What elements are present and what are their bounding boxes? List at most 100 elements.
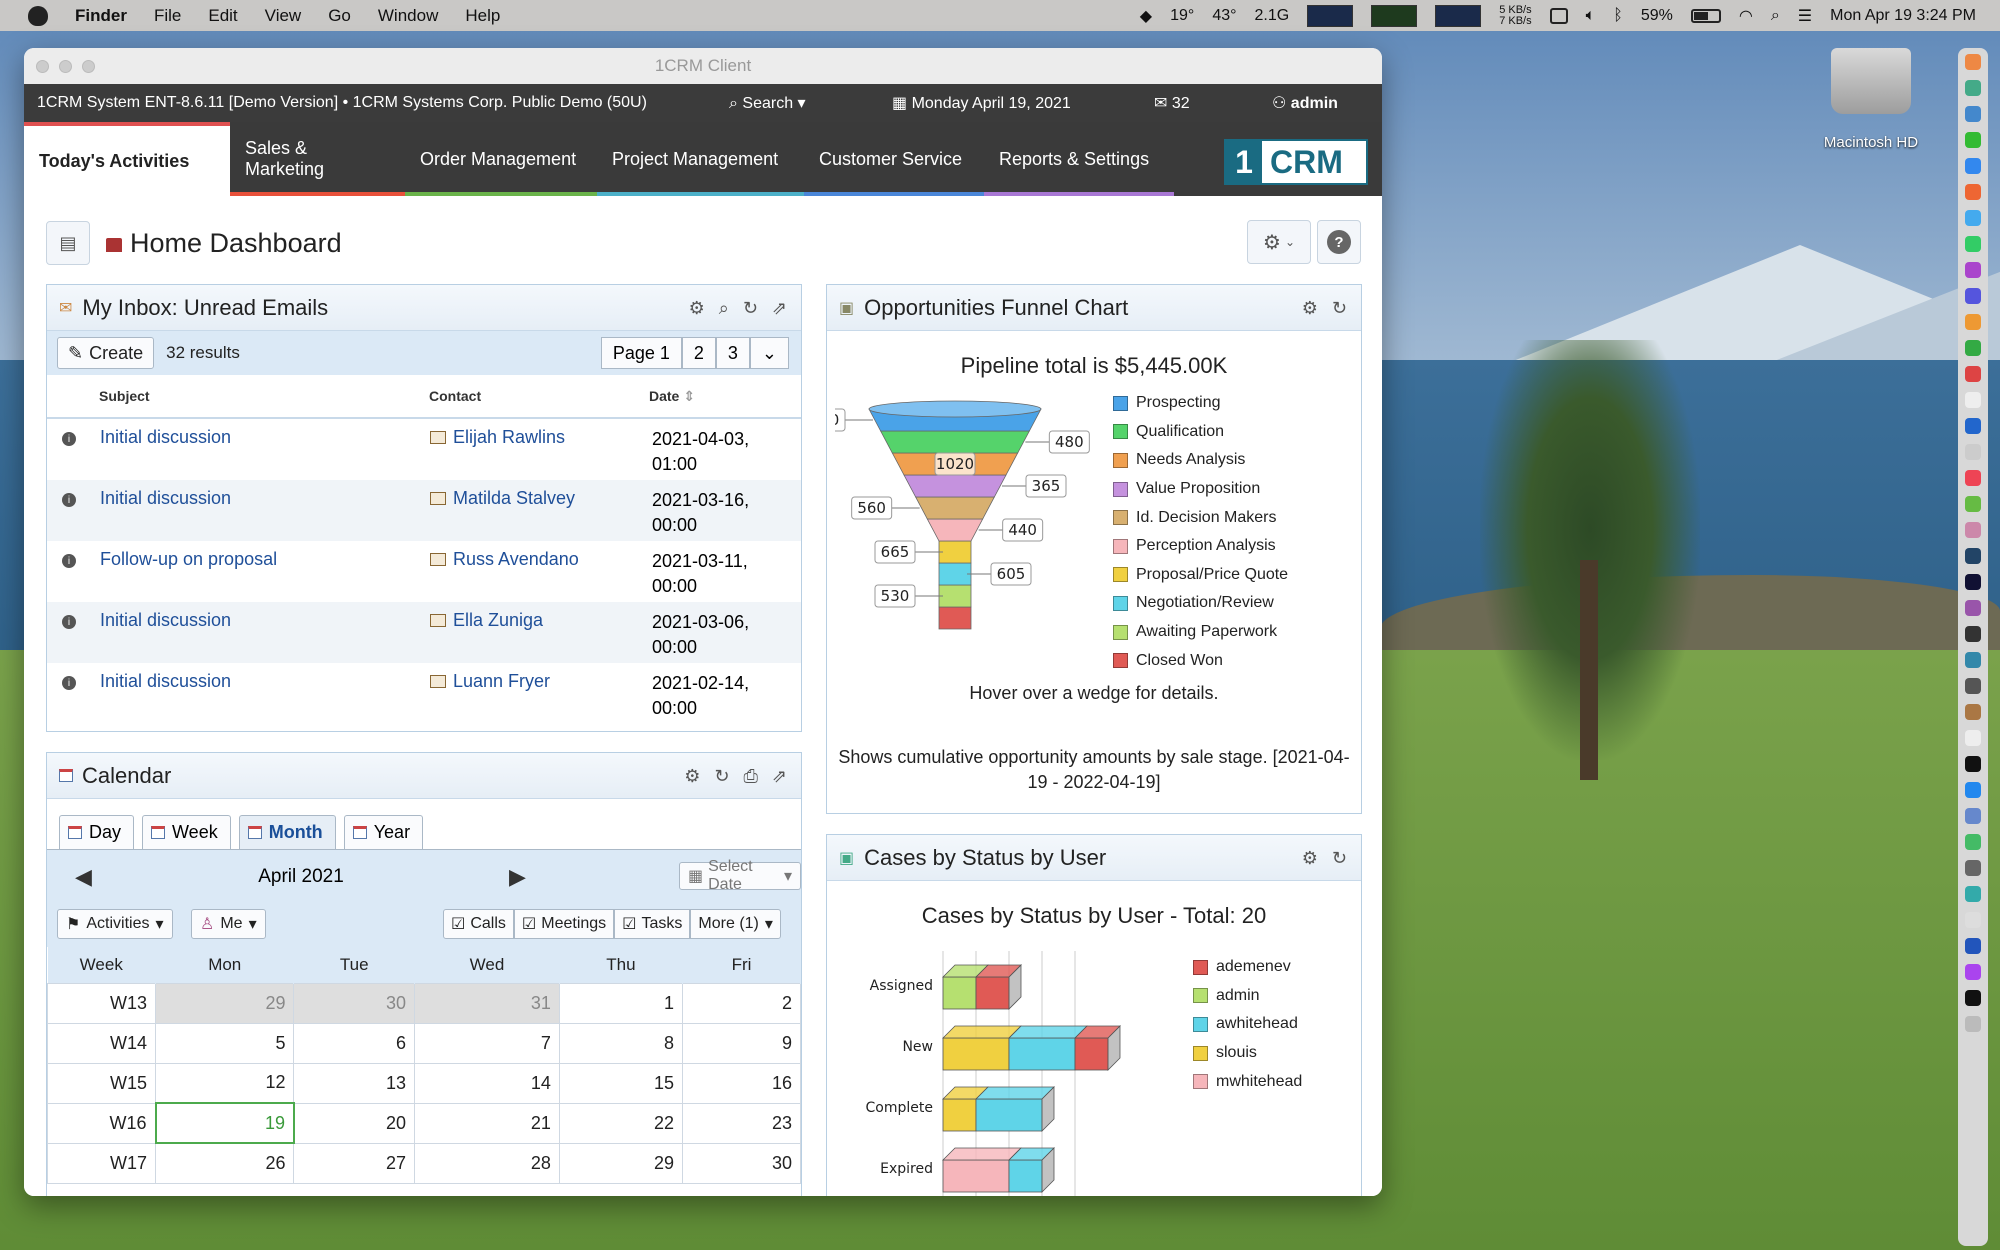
tab-week[interactable]: Week bbox=[142, 815, 231, 849]
dropbox-icon[interactable]: ◆ bbox=[1140, 6, 1152, 26]
cpu-freq-status[interactable]: 2.1G bbox=[1255, 7, 1290, 25]
bar-segment[interactable] bbox=[942, 1159, 1010, 1193]
day-cell[interactable]: 7 bbox=[414, 1022, 560, 1064]
bar-segment[interactable] bbox=[942, 976, 977, 1010]
help-button[interactable]: ? bbox=[1317, 220, 1361, 264]
app-icon[interactable] bbox=[1965, 184, 1981, 200]
battery-percent[interactable]: 59% bbox=[1641, 7, 1673, 25]
day-cell[interactable]: 30 bbox=[293, 982, 416, 1024]
day-cell[interactable]: 16 bbox=[682, 1062, 801, 1104]
next-month-button[interactable]: ▶ bbox=[509, 864, 526, 890]
info-icon[interactable]: i bbox=[62, 493, 76, 507]
drive-macintosh-hd[interactable]: Macintosh HD bbox=[1824, 48, 1918, 151]
refresh-icon[interactable]: ↻ bbox=[1332, 298, 1347, 319]
day-cell[interactable]: 12 bbox=[154, 1062, 295, 1104]
day-cell[interactable]: 31 bbox=[414, 982, 560, 1024]
funnel-segment[interactable] bbox=[926, 518, 984, 542]
info-icon[interactable]: i bbox=[62, 615, 76, 629]
day-cell[interactable]: 14 bbox=[414, 1062, 560, 1104]
memory-meter-icon[interactable] bbox=[1371, 4, 1418, 27]
day-cell[interactable]: 20 bbox=[293, 1102, 416, 1144]
app-icon[interactable] bbox=[1965, 678, 1981, 694]
tab-day[interactable]: Day bbox=[59, 815, 135, 849]
app-icon[interactable] bbox=[1965, 210, 1981, 226]
day-cell[interactable]: 22 bbox=[558, 1102, 684, 1144]
app-icon[interactable] bbox=[1965, 496, 1981, 512]
bar-segment[interactable] bbox=[1008, 1037, 1076, 1071]
app-icon[interactable] bbox=[1965, 782, 1981, 798]
day-cell[interactable]: 1 bbox=[558, 982, 684, 1024]
day-cell-today[interactable]: 19 bbox=[154, 1102, 295, 1144]
app-icon[interactable] bbox=[1965, 626, 1981, 642]
day-cell[interactable]: 8 bbox=[558, 1022, 684, 1064]
funnel-segment[interactable] bbox=[915, 496, 995, 520]
window-titlebar[interactable]: 1CRM Client bbox=[24, 48, 1382, 84]
refresh-icon[interactable]: ↻ bbox=[714, 766, 729, 787]
external-link-icon[interactable]: ⇗ bbox=[772, 766, 787, 787]
week-number[interactable]: W15 bbox=[47, 1062, 156, 1104]
bar-segment[interactable] bbox=[975, 1098, 1043, 1132]
weather-status[interactable]: 19° bbox=[1170, 7, 1194, 25]
week-number[interactable]: W17 bbox=[47, 1142, 156, 1184]
email-contact[interactable]: Russ Avendano bbox=[453, 549, 579, 569]
tab-project-management[interactable]: Project Management bbox=[597, 122, 804, 196]
funnel-segment[interactable] bbox=[880, 430, 1030, 454]
email-subject[interactable]: Initial discussion bbox=[100, 427, 430, 448]
app-icon[interactable] bbox=[1965, 80, 1981, 96]
mail-indicator[interactable]: ✉ 32 bbox=[1154, 93, 1190, 113]
funnel-segment[interactable] bbox=[938, 562, 972, 586]
apple-icon[interactable] bbox=[28, 5, 48, 26]
app-icon[interactable] bbox=[1965, 392, 1981, 408]
dashboard-settings-button[interactable]: ⚙ ⌄ bbox=[1247, 220, 1311, 264]
zoom-button[interactable] bbox=[82, 60, 95, 73]
create-button[interactable]: ✎ Create bbox=[57, 337, 155, 369]
app-menu[interactable]: Finder bbox=[75, 6, 127, 26]
bar-segment[interactable] bbox=[975, 976, 1010, 1010]
tasks-toggle[interactable]: ☑ Tasks bbox=[614, 909, 691, 939]
activities-filter[interactable]: ⚑ Activities ▾ bbox=[57, 909, 173, 939]
tab-reports-settings[interactable]: Reports & Settings bbox=[984, 122, 1174, 196]
window-icon[interactable] bbox=[1549, 7, 1568, 24]
app-icon[interactable] bbox=[1965, 470, 1981, 486]
minimize-button[interactable] bbox=[59, 60, 72, 73]
tab-todays-activities[interactable]: Today's Activities bbox=[24, 122, 230, 196]
app-icon[interactable] bbox=[1965, 366, 1981, 382]
gear-icon[interactable]: ⚙ bbox=[684, 766, 700, 787]
app-icon[interactable] bbox=[1965, 574, 1981, 590]
search-icon[interactable]: ⌕ bbox=[1771, 7, 1780, 25]
gear-icon[interactable]: ⚙ bbox=[689, 298, 705, 319]
app-icon[interactable] bbox=[1965, 314, 1981, 330]
calls-toggle[interactable]: ☑ Calls bbox=[443, 909, 514, 939]
col-contact[interactable]: Contact bbox=[429, 388, 649, 404]
week-number[interactable]: W16 bbox=[47, 1102, 156, 1144]
tab-order-management[interactable]: Order Management bbox=[405, 122, 597, 196]
day-cell[interactable]: 30 bbox=[682, 1142, 801, 1184]
app-icon[interactable] bbox=[1965, 860, 1981, 876]
funnel-chart[interactable]: 780 480 1020 365 560 440 665 605 530 bbox=[835, 395, 1095, 675]
tab-month[interactable]: Month bbox=[238, 815, 336, 849]
app-icon[interactable] bbox=[1965, 1016, 1981, 1032]
dashboard-list-button[interactable]: ▤ bbox=[46, 221, 90, 265]
col-subject[interactable]: Subject bbox=[99, 388, 429, 404]
email-subject[interactable]: Initial discussion bbox=[100, 610, 430, 631]
bar-segment[interactable] bbox=[942, 1098, 977, 1132]
app-icon[interactable] bbox=[1965, 600, 1981, 616]
funnel-segment[interactable] bbox=[938, 540, 972, 564]
tab-year[interactable]: Year bbox=[343, 815, 424, 849]
app-icon[interactable] bbox=[1965, 106, 1981, 122]
date-display[interactable]: ▦ Monday April 19, 2021 bbox=[892, 93, 1071, 113]
app-icon[interactable] bbox=[1965, 938, 1981, 954]
info-icon[interactable]: i bbox=[62, 554, 76, 568]
gear-icon[interactable]: ⚙ bbox=[1302, 848, 1318, 869]
menu-go[interactable]: Go bbox=[328, 6, 351, 26]
day-cell[interactable]: 13 bbox=[293, 1062, 416, 1104]
more-pages-button[interactable]: ⌄ bbox=[749, 337, 789, 369]
cases-chart[interactable]: Assigned New Complete Expired bbox=[833, 947, 1123, 1196]
more-types-dropdown[interactable]: More (1) ▾ bbox=[690, 909, 781, 939]
day-cell[interactable]: 6 bbox=[293, 1022, 416, 1064]
search-menu[interactable]: ⌕ Search ▾ bbox=[729, 93, 806, 113]
menu-window[interactable]: Window bbox=[378, 6, 438, 26]
funnel-segment[interactable] bbox=[903, 474, 1007, 498]
close-button[interactable] bbox=[36, 60, 49, 73]
day-cell[interactable]: 23 bbox=[682, 1102, 801, 1144]
